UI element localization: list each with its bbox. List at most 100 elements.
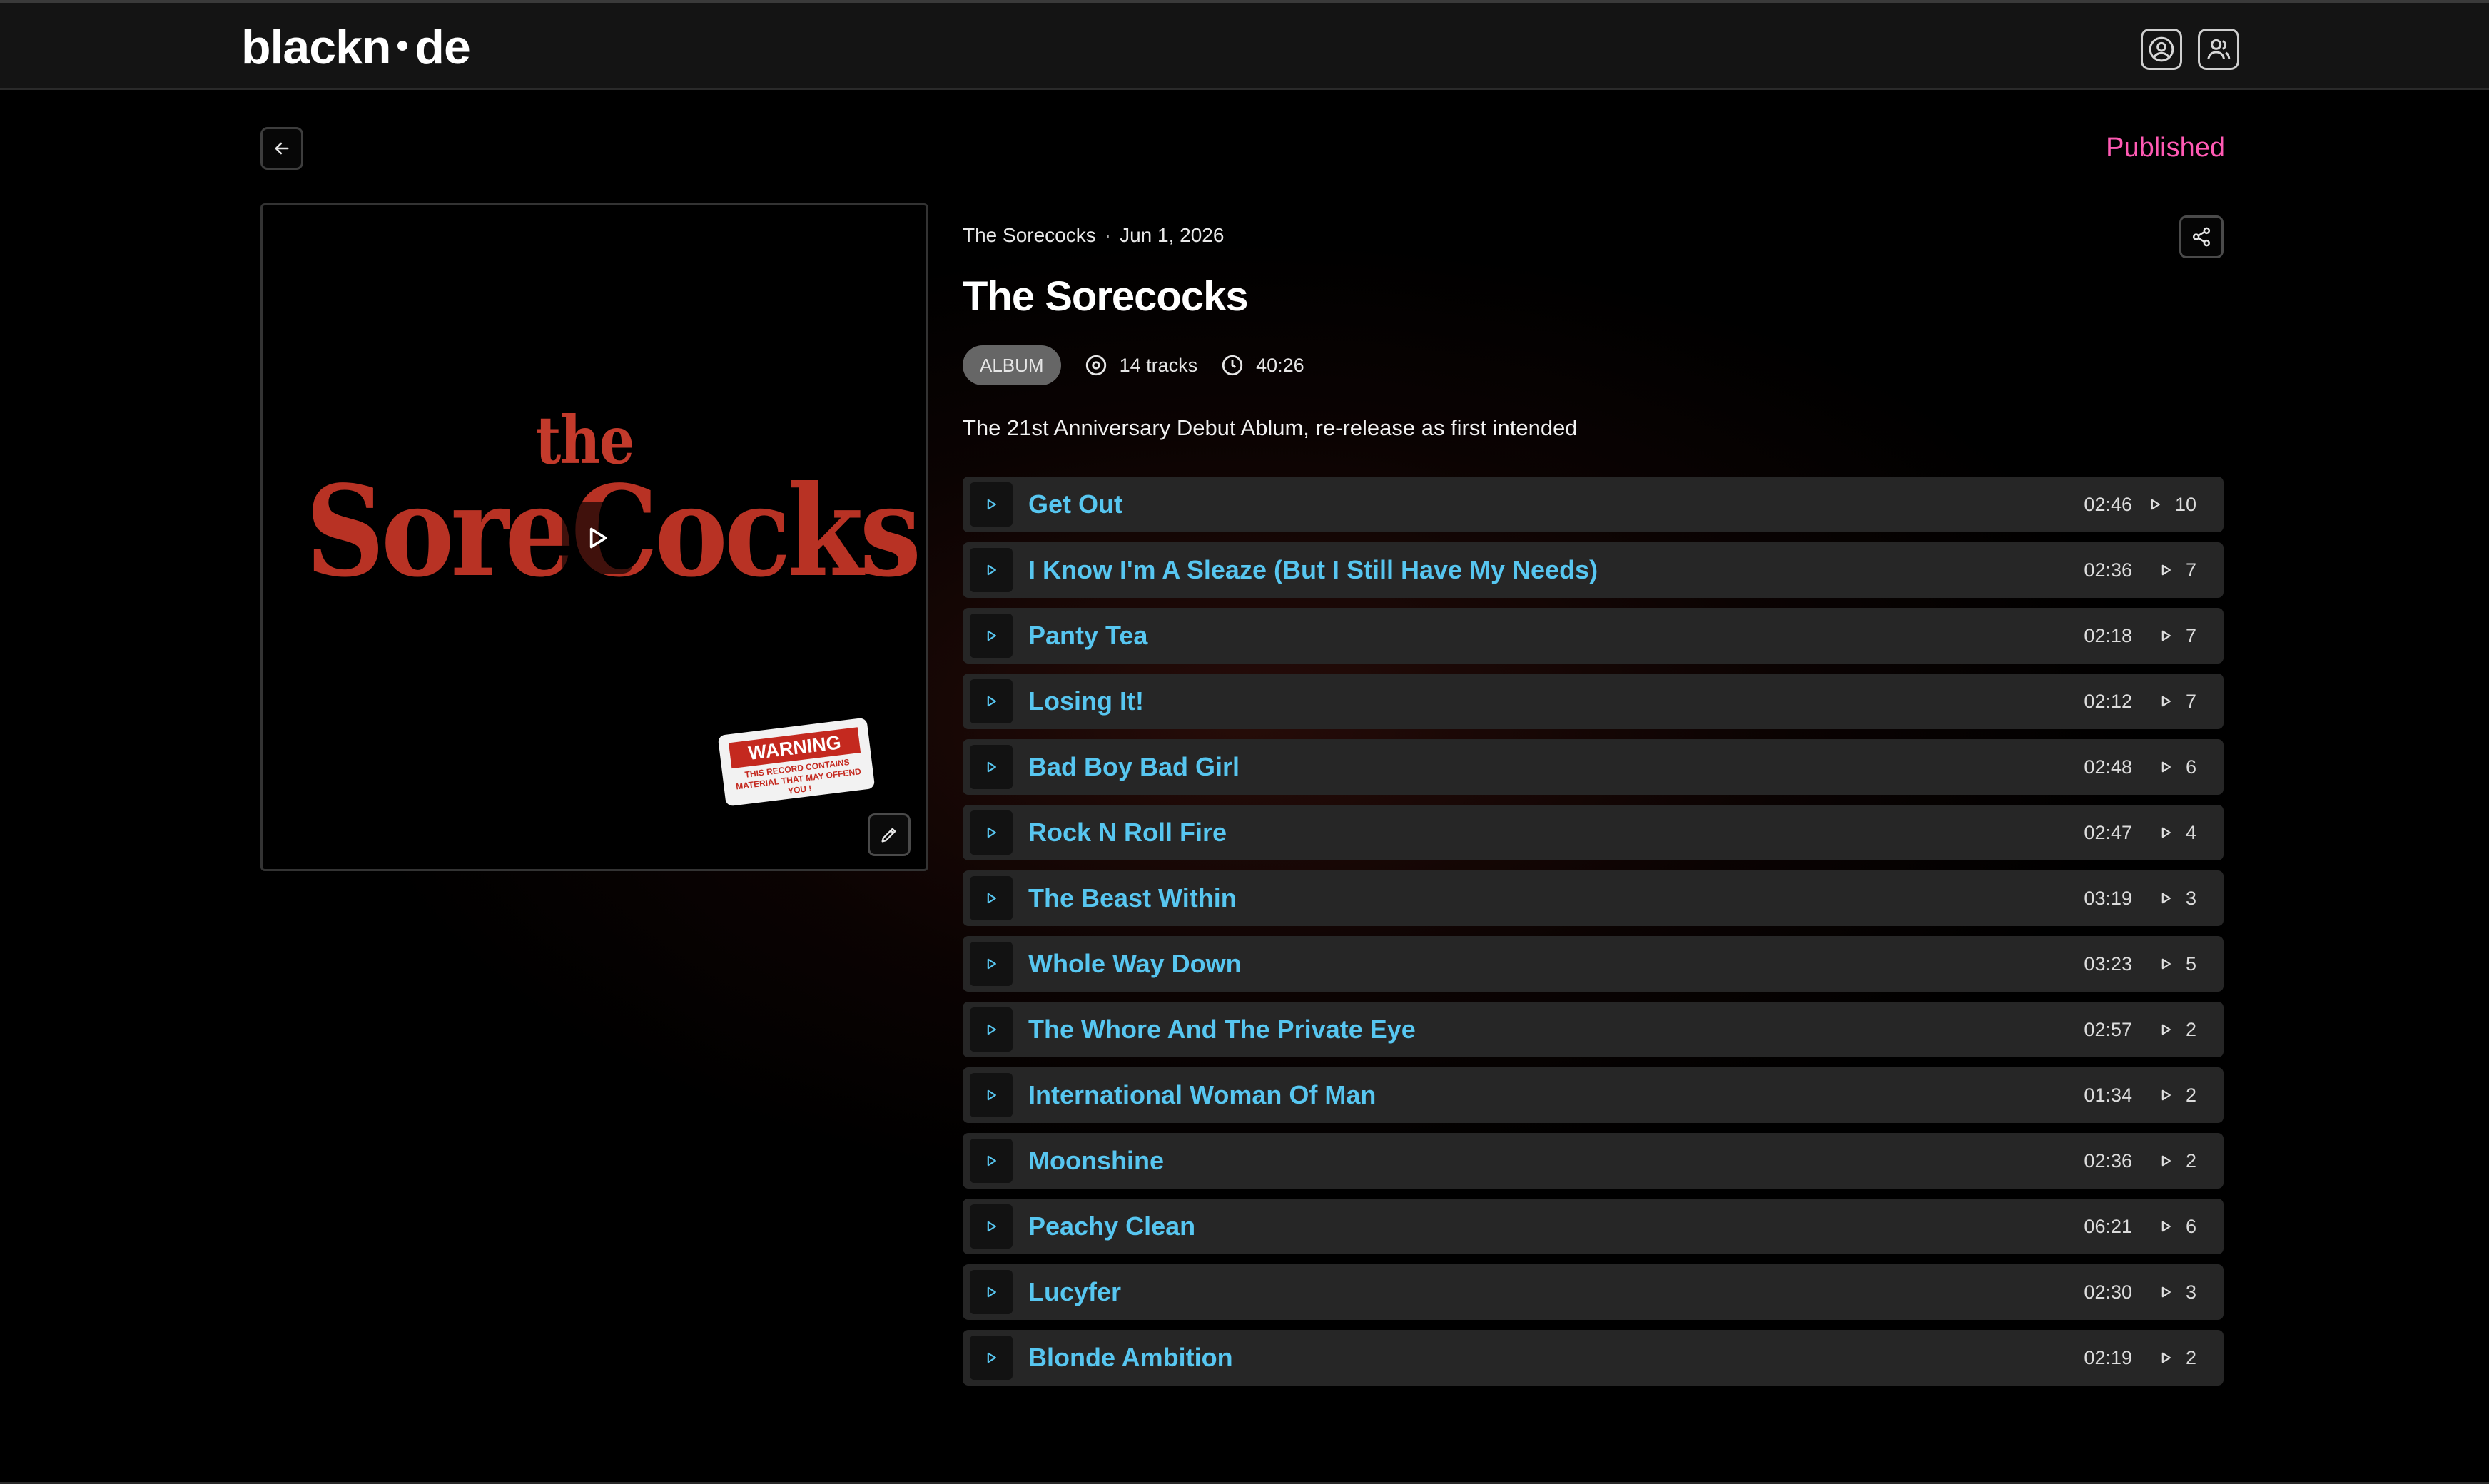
cover-play-button[interactable] [562, 502, 633, 574]
track-play-button[interactable] [970, 1270, 1013, 1314]
track-play-count: 2 [2146, 1067, 2196, 1123]
track-duration: 02:19 [2084, 1347, 2132, 1368]
play-icon [987, 1221, 996, 1232]
switch-account-button[interactable] [2198, 29, 2239, 70]
meta-separator: · [1104, 224, 1112, 246]
artist-name[interactable]: The Sorecocks [963, 224, 1096, 246]
edit-cover-button[interactable] [868, 813, 911, 856]
track-title[interactable]: Peachy Clean [1028, 1199, 1195, 1254]
album-cover: the SoreCocks WARNING THIS RECORD CONTAI… [260, 203, 928, 871]
play-icon [987, 696, 996, 707]
track-duration: 02:48 [2084, 756, 2132, 778]
track-row[interactable]: Moonshine 02:36 2 [963, 1133, 2224, 1189]
track-play-button[interactable] [970, 1139, 1013, 1183]
track-duration: 01:34 [2084, 1084, 2132, 1106]
track-count: 14 tracks [1084, 353, 1197, 377]
track-title[interactable]: Losing It! [1028, 674, 1144, 729]
track-title[interactable]: International Woman Of Man [1028, 1067, 1376, 1123]
track-play-button[interactable] [970, 548, 1013, 592]
track-play-count-text: 6 [2185, 756, 2196, 778]
track-play-count: 2 [2146, 1133, 2196, 1189]
play-count-icon [2161, 1155, 2171, 1167]
track-play-count: 7 [2146, 542, 2196, 598]
track-play-button[interactable] [970, 679, 1013, 723]
track-row[interactable]: Get Out 02:46 10 [963, 477, 2224, 532]
track-duration: 02:18 [2084, 625, 2132, 646]
track-title[interactable]: Blonde Ambition [1028, 1330, 1233, 1386]
track-row[interactable]: Panty Tea 02:18 7 [963, 608, 2224, 664]
play-icon [987, 630, 996, 641]
track-title[interactable]: Moonshine [1028, 1133, 1164, 1189]
play-icon [987, 1155, 996, 1167]
track-play-count-text: 7 [2185, 690, 2196, 712]
track-play-button[interactable] [970, 1336, 1013, 1380]
total-duration: 40:26 [1220, 353, 1304, 377]
track-duration: 02:46 [2084, 494, 2132, 515]
play-icon [987, 499, 996, 510]
publish-status: Published [2106, 133, 2225, 163]
play-count-icon [2151, 499, 2160, 510]
track-play-button[interactable] [970, 1007, 1013, 1052]
track-title[interactable]: Get Out [1028, 477, 1122, 532]
track-title[interactable]: Lucyfer [1028, 1264, 1121, 1320]
release-date: Jun 1, 2026 [1120, 224, 1225, 246]
back-button[interactable] [260, 127, 303, 170]
track-row[interactable]: Lucyfer 02:30 3 [963, 1264, 2224, 1320]
track-play-count: 6 [2146, 1199, 2196, 1254]
parental-warning-sticker: WARNING THIS RECORD CONTAINS MATERIAL TH… [717, 717, 876, 807]
track-title[interactable]: I Know I'm A Sleaze (But I Still Have My… [1028, 542, 1598, 598]
track-row[interactable]: Bad Boy Bad Girl 02:48 6 [963, 739, 2224, 795]
release-meta: The Sorecocks · Jun 1, 2026 [963, 223, 1224, 248]
track-play-button[interactable] [970, 942, 1013, 986]
track-row[interactable]: I Know I'm A Sleaze (But I Still Have My… [963, 542, 2224, 598]
track-play-button[interactable] [970, 482, 1013, 527]
track-play-button[interactable] [970, 614, 1013, 658]
play-count-icon [2161, 958, 2171, 970]
track-play-button[interactable] [970, 1204, 1013, 1249]
play-count-icon [2161, 696, 2171, 707]
track-title[interactable]: Panty Tea [1028, 608, 1147, 664]
track-play-count: 4 [2146, 805, 2196, 860]
track-row[interactable]: The Beast Within 03:19 3 [963, 870, 2224, 926]
play-count-icon [2161, 630, 2171, 641]
track-duration: 02:36 [2084, 1150, 2132, 1172]
track-play-button[interactable] [970, 810, 1013, 855]
play-count-icon [2161, 1089, 2171, 1101]
play-count-icon [2161, 893, 2171, 904]
play-icon [987, 1352, 996, 1363]
track-row[interactable]: Peachy Clean 06:21 6 [963, 1199, 2224, 1254]
play-count-icon [2161, 1221, 2171, 1232]
play-icon [987, 1286, 996, 1298]
track-play-button[interactable] [970, 1073, 1013, 1117]
share-button[interactable] [2179, 215, 2224, 258]
track-play-count: 10 [2146, 477, 2196, 532]
track-play-count-text: 6 [2185, 1215, 2196, 1237]
track-row[interactable]: Whole Way Down 03:23 5 [963, 936, 2224, 992]
top-navbar: blackn de [0, 0, 2489, 90]
track-duration: 02:36 [2084, 559, 2132, 581]
track-play-button[interactable] [970, 876, 1013, 920]
track-row[interactable]: Blonde Ambition 02:19 2 [963, 1330, 2224, 1386]
track-play-count-text: 7 [2185, 624, 2196, 646]
track-row[interactable]: Rock N Roll Fire 02:47 4 [963, 805, 2224, 860]
track-title[interactable]: The Whore And The Private Eye [1028, 1002, 1416, 1057]
track-play-count: 6 [2146, 739, 2196, 795]
track-title[interactable]: Bad Boy Bad Girl [1028, 739, 1240, 795]
track-play-count-text: 3 [2185, 887, 2196, 909]
track-play-button[interactable] [970, 745, 1013, 789]
track-play-count-text: 2 [2185, 1346, 2196, 1368]
play-count-icon [2161, 1286, 2171, 1298]
track-row[interactable]: International Woman Of Man 01:34 2 [963, 1067, 2224, 1123]
blacknode-logo[interactable]: blackn de [241, 19, 471, 76]
track-row[interactable]: The Whore And The Private Eye 02:57 2 [963, 1002, 2224, 1057]
users-icon [2207, 39, 2231, 59]
pencil-icon [881, 828, 896, 843]
play-icon [589, 527, 607, 549]
track-row[interactable]: Losing It! 02:12 7 [963, 674, 2224, 729]
play-icon [987, 1024, 996, 1035]
track-title[interactable]: Whole Way Down [1028, 936, 1242, 992]
profile-button[interactable] [2141, 29, 2182, 70]
track-title[interactable]: The Beast Within [1028, 870, 1237, 926]
track-title[interactable]: Rock N Roll Fire [1028, 805, 1227, 860]
track-play-count: 3 [2146, 870, 2196, 926]
